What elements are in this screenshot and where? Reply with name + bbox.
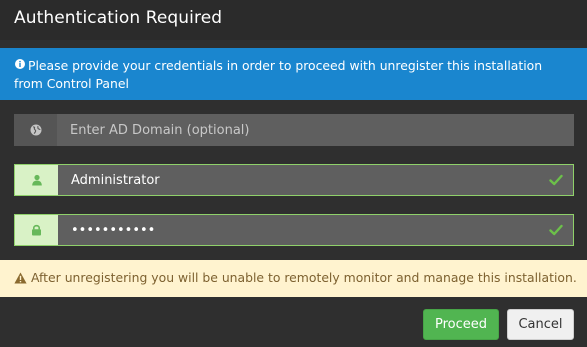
cancel-button[interactable]: Cancel bbox=[507, 309, 574, 340]
globe-icon bbox=[30, 124, 41, 136]
lock-icon bbox=[32, 224, 41, 236]
proceed-button[interactable]: Proceed bbox=[423, 309, 499, 340]
warning-text: After unregistering you will be unable t… bbox=[31, 270, 577, 285]
checkmark-icon bbox=[549, 224, 563, 236]
user-icon bbox=[31, 174, 42, 186]
password-input[interactable]: ••••••••••• bbox=[71, 215, 155, 245]
password-addon bbox=[15, 215, 58, 245]
domain-input[interactable]: Enter AD Domain (optional) bbox=[70, 114, 249, 146]
username-input[interactable]: Administrator bbox=[71, 165, 160, 195]
domain-addon bbox=[14, 114, 57, 146]
domain-field[interactable]: Enter AD Domain (optional) bbox=[14, 114, 574, 146]
info-banner: Please provide your credentials in order… bbox=[0, 48, 587, 100]
warning-banner: After unregistering you will be unable t… bbox=[0, 260, 587, 297]
dialog-title: Authentication Required bbox=[14, 8, 223, 28]
username-field[interactable]: Administrator bbox=[14, 164, 574, 196]
dialog-header: Authentication Required bbox=[0, 0, 587, 40]
checkmark-icon bbox=[549, 174, 563, 186]
authentication-dialog: Authentication Required Please provide y… bbox=[0, 0, 587, 347]
username-addon bbox=[15, 165, 58, 195]
warning-icon bbox=[14, 272, 27, 284]
password-field[interactable]: ••••••••••• bbox=[14, 214, 574, 246]
info-banner-text: Please provide your credentials in order… bbox=[14, 58, 543, 91]
